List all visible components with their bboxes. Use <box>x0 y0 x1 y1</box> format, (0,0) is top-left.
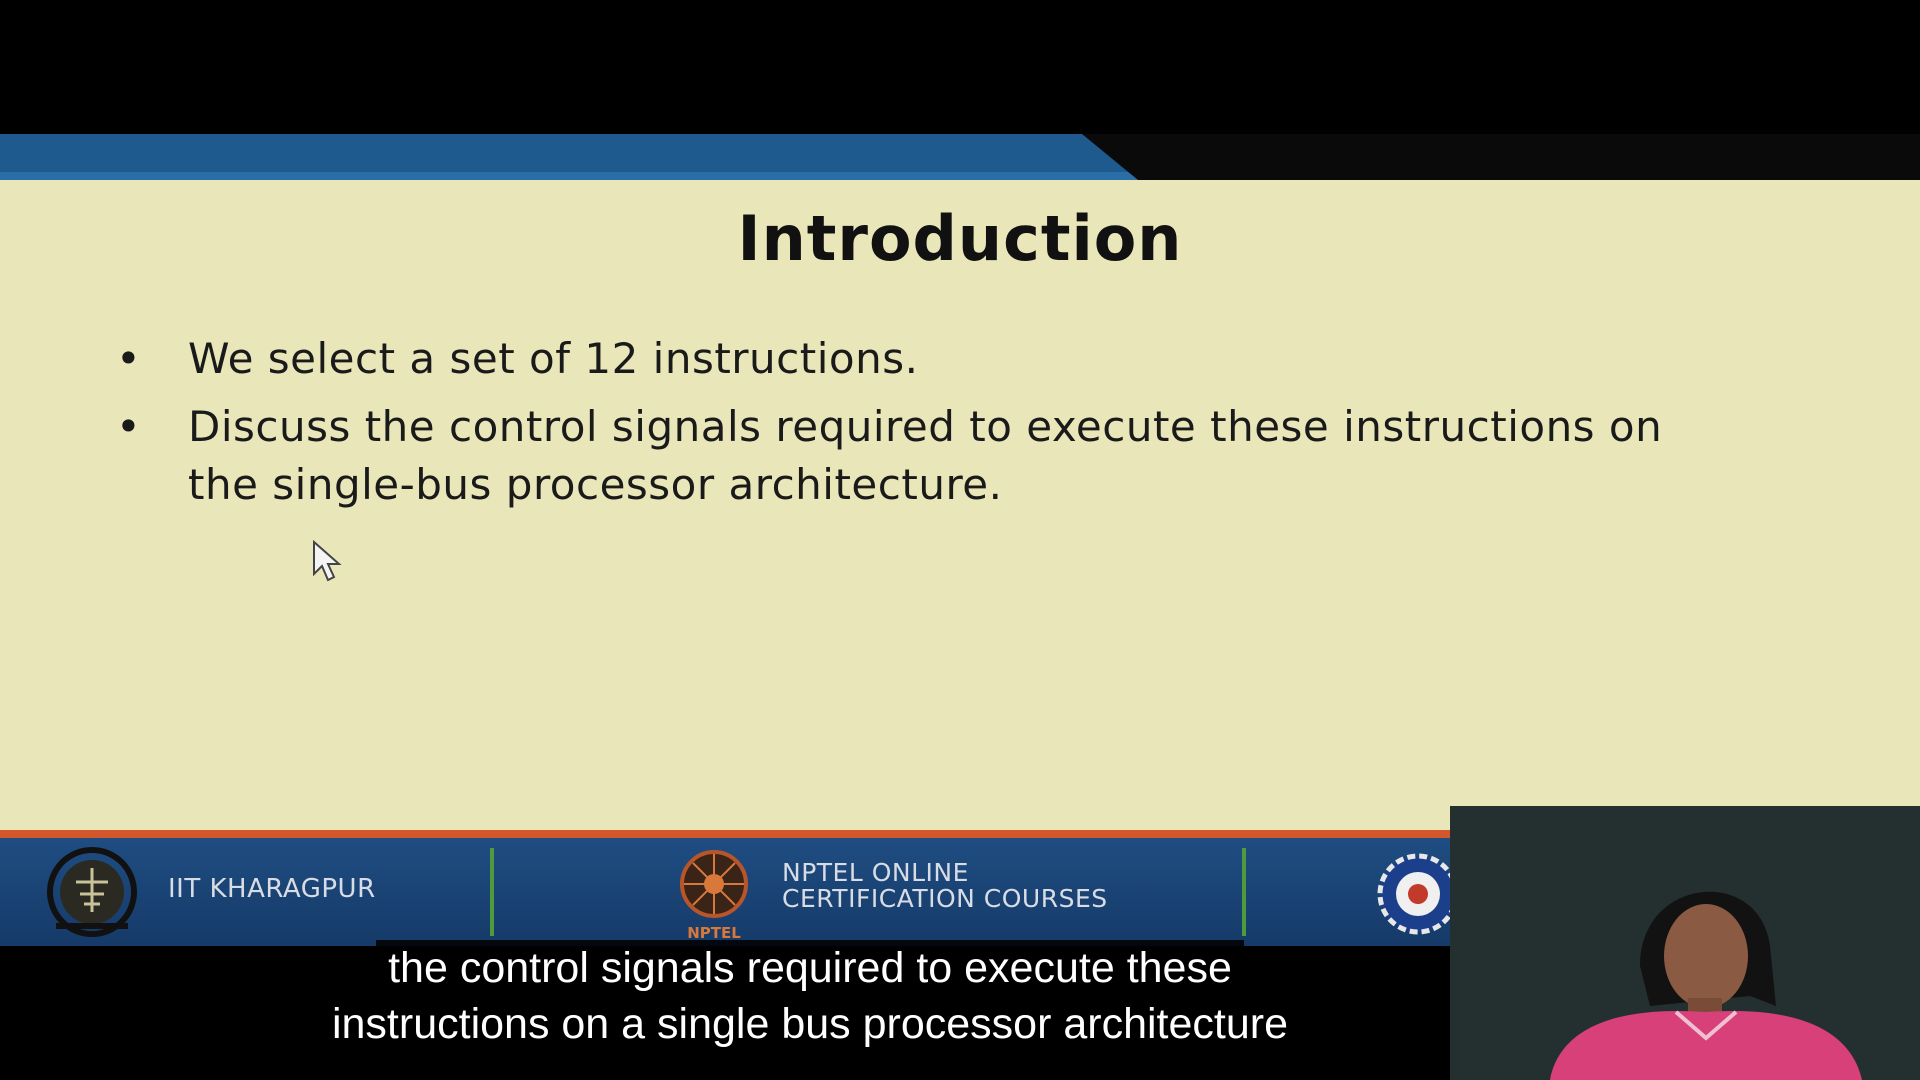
footer-accent-line <box>0 830 1450 838</box>
caption-line: the control signals required to execute … <box>376 940 1244 996</box>
top-letterbox <box>0 0 1920 134</box>
subtitle-captions: the control signals required to execute … <box>0 940 1620 1052</box>
program-title-line2: CERTIFICATION COURSES <box>782 884 1108 913</box>
bullet-marker: • <box>116 402 142 451</box>
institute-name: IIT KHARAGPUR <box>168 874 376 904</box>
slide-title: Introduction <box>737 202 1183 275</box>
bullet-item: • We select a set of 12 instructions. <box>110 330 1670 388</box>
bullet-text: Discuss the control signals required to … <box>188 402 1663 509</box>
bullet-marker: • <box>116 334 142 383</box>
footer-divider <box>490 848 494 936</box>
caption-line: instructions on a single bus processor a… <box>319 996 1301 1052</box>
bullet-list: • We select a set of 12 instructions. • … <box>110 330 1670 524</box>
slide-header-band <box>0 134 1920 180</box>
footer-divider <box>1242 848 1246 936</box>
program-title-line1: NPTEL ONLINE <box>782 858 969 887</box>
gear-emblem-icon <box>1377 853 1450 935</box>
nptel-logo-icon: NPTEL <box>680 850 748 942</box>
slide: Introduction • We select a set of 12 ins… <box>0 180 1920 830</box>
iit-kharagpur-emblem-icon <box>47 847 137 937</box>
bullet-text: We select a set of 12 instructions. <box>188 334 919 383</box>
header-band-graphic <box>0 134 1138 180</box>
mouse-pointer-icon <box>313 540 342 582</box>
footer-bar: IIT KHARAGPUR NPTEL NPTEL ONLINE CERTIFI… <box>0 838 1450 946</box>
bullet-item: • Discuss the control signals required t… <box>110 398 1670 514</box>
